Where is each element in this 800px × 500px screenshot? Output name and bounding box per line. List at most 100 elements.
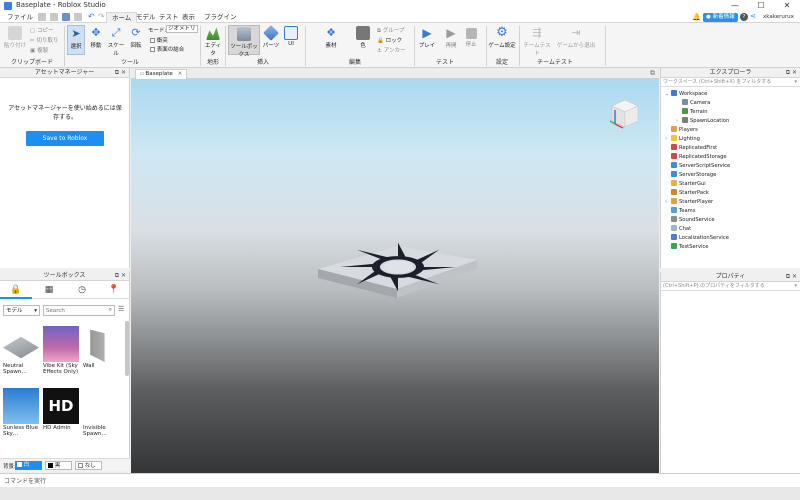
panel-controls-icon[interactable]: ⧉ ✕ [115, 272, 126, 280]
toolbox-item[interactable]: Neutral Spawn… [3, 326, 39, 375]
new-file-icon[interactable] [38, 13, 46, 21]
scale-tool-button[interactable]: ⤢ スケール [106, 26, 126, 57]
material-button[interactable]: ❖ 素材 [322, 26, 340, 49]
explorer-item-label: StarterGui [679, 181, 706, 187]
toolbox-item[interactable]: Invisible Spawn… [83, 388, 119, 437]
explorer-filter[interactable]: ワークスペース (Ctrl+Shift+X) をフィルタする ▾ [661, 78, 800, 87]
color-button[interactable]: 色 [354, 26, 372, 49]
explorer-item[interactable]: ServerScriptService [665, 162, 730, 171]
cut-button[interactable]: ✂ 切り取り [30, 36, 58, 44]
baseplate-tab[interactable]: ▫ Baseplate ✕ [135, 69, 188, 79]
explorer-item[interactable]: › Lighting [665, 135, 700, 144]
resume-button[interactable]: ▶ 再開 [442, 26, 460, 49]
toolbox-item[interactable]: Sunless Blue Sky… [3, 388, 39, 437]
collisions-toggle[interactable]: 衝突 [150, 36, 168, 44]
scrollbar[interactable] [125, 321, 129, 376]
redo-icon[interactable]: ↷ [98, 12, 105, 21]
username-label[interactable]: xkakerurux [763, 14, 794, 20]
explorer-item[interactable]: ⌄ Workspace [665, 90, 707, 99]
bg-white-button[interactable]: 白 [15, 461, 42, 470]
tab-creations[interactable]: 📍 [98, 282, 130, 299]
rotate-tool-button[interactable]: ⟳ 回転 [128, 26, 144, 49]
panel-controls-icon[interactable]: ⧉ ✕ [115, 69, 126, 77]
explorer-item[interactable]: StarterGui [665, 180, 706, 189]
game-settings-button[interactable]: ⚙ ゲーム設定 [488, 26, 516, 50]
properties-filter[interactable]: (Ctrl+Shift+P) のプロパティをフィルタする ▾ [661, 282, 800, 291]
toolbox-item[interactable]: Vibe Kit (Sky Effects Only) [43, 326, 79, 375]
lock-button[interactable]: 🔒 ロック [377, 36, 402, 44]
explorer-item[interactable]: Terrain [676, 108, 708, 117]
filter-icon[interactable]: ☰ [118, 305, 124, 313]
exit-game-button[interactable]: ⇥ ゲームから退出 [556, 26, 596, 49]
search-icon[interactable]: ⌕ [109, 306, 112, 314]
save-icon[interactable] [62, 13, 70, 21]
toolbox-title: ツールボックス [43, 272, 86, 279]
help-icon[interactable]: ? [740, 13, 748, 21]
explorer-item[interactable]: StarterPack [665, 189, 709, 198]
category-select[interactable]: モデル ▾ [3, 305, 40, 316]
view-cube-icon[interactable] [609, 99, 639, 129]
news-button[interactable]: ● 新着情報 [703, 13, 738, 22]
tab-inventory[interactable]: ▦ [33, 282, 65, 299]
anchor-button[interactable]: ⚓ アンカー [377, 46, 405, 54]
ui-button[interactable]: UI [284, 26, 298, 47]
explorer-item[interactable]: Players [665, 126, 698, 135]
test-group-label: テスト [435, 59, 454, 66]
join-surfaces-toggle[interactable]: 表面の結合 [150, 45, 184, 53]
toolbox-item[interactable]: HD HD Admin [43, 388, 79, 431]
chevron-down-icon: ▾ [794, 283, 797, 289]
share-icon[interactable]: ⋖ [750, 12, 756, 20]
close-tab-icon[interactable]: ✕ [178, 71, 183, 77]
tab-recent[interactable]: ◷ [66, 282, 98, 299]
panel-controls-icon[interactable]: ⧉ ✕ [786, 273, 797, 281]
toolbox-item[interactable]: Wall [83, 326, 119, 369]
tab-view[interactable]: 表示 [177, 12, 200, 23]
bg-black-button[interactable]: 黒 [45, 461, 72, 470]
explorer-item[interactable]: ReplicatedFirst [665, 144, 717, 153]
explorer-item[interactable]: ServerStorage [665, 171, 716, 180]
select-tool-button[interactable]: ➤ 選択 [67, 25, 85, 55]
explorer-item[interactable]: TestService [665, 243, 708, 252]
maximize-button[interactable]: ☐ [748, 0, 774, 12]
search-input[interactable] [46, 306, 104, 315]
paste-button[interactable]: 貼り付け [4, 26, 26, 49]
minimize-button[interactable]: — [722, 0, 748, 12]
open-file-icon[interactable] [50, 13, 58, 21]
3d-viewport[interactable] [131, 68, 659, 473]
mode-select[interactable]: ジオメトリ [166, 25, 198, 33]
explorer-item[interactable]: LocalizationService [665, 234, 729, 243]
team-test-button[interactable]: ⇶ チームテスト [522, 26, 552, 57]
stop-button[interactable]: 停止 [462, 26, 480, 48]
undo-icon[interactable]: ↶ [88, 12, 95, 21]
explorer-item[interactable]: SoundService [665, 216, 715, 225]
save-to-roblox-button[interactable]: Save to Roblox [26, 131, 104, 146]
duplicate-button[interactable]: ▣ 複製 [30, 46, 48, 54]
explorer-item[interactable]: › SpawnLocation [676, 117, 729, 126]
bg-none-button[interactable]: なし [75, 461, 102, 470]
tab-marketplace[interactable]: 🔒 [0, 282, 32, 299]
toolbox-button[interactable]: ツールボックス [228, 25, 260, 58]
part-button[interactable]: パーツ [262, 25, 280, 49]
explorer-item[interactable]: Camera [676, 99, 710, 108]
item-name: Vibe Kit (Sky Effects Only) [43, 363, 79, 375]
command-bar[interactable]: コマンドを実行 [0, 473, 800, 487]
explorer-item[interactable]: Teams [665, 207, 695, 216]
move-tool-button[interactable]: ✥ 移動 [88, 26, 104, 49]
terrain-editor-button[interactable]: エディタ [203, 26, 223, 57]
mode-value: ジオメトリ [168, 26, 196, 32]
group-button[interactable]: ⧉ グループ [377, 26, 404, 35]
place-icon: ▫ [140, 71, 144, 77]
publish-icon[interactable] [74, 13, 82, 21]
maximize-viewport-icon[interactable]: ⧉ [650, 69, 655, 78]
close-window-button[interactable]: ✕ [774, 0, 800, 12]
tab-plugins[interactable]: プラグイン [199, 12, 242, 23]
play-button[interactable]: ▶ プレイ [418, 26, 436, 49]
file-menu[interactable]: ファイル [2, 12, 38, 23]
explorer-item-label: ReplicatedFirst [679, 145, 718, 151]
copy-button[interactable]: ▢ コピー [30, 26, 53, 34]
explorer-item[interactable]: Chat [665, 225, 691, 234]
explorer-item[interactable]: › StarterPlayer [665, 198, 713, 207]
panel-controls-icon[interactable]: ⧉ ✕ [786, 69, 797, 77]
explorer-item[interactable]: ReplicatedStorage [665, 153, 727, 162]
bell-icon[interactable]: 🔔 [692, 13, 701, 21]
